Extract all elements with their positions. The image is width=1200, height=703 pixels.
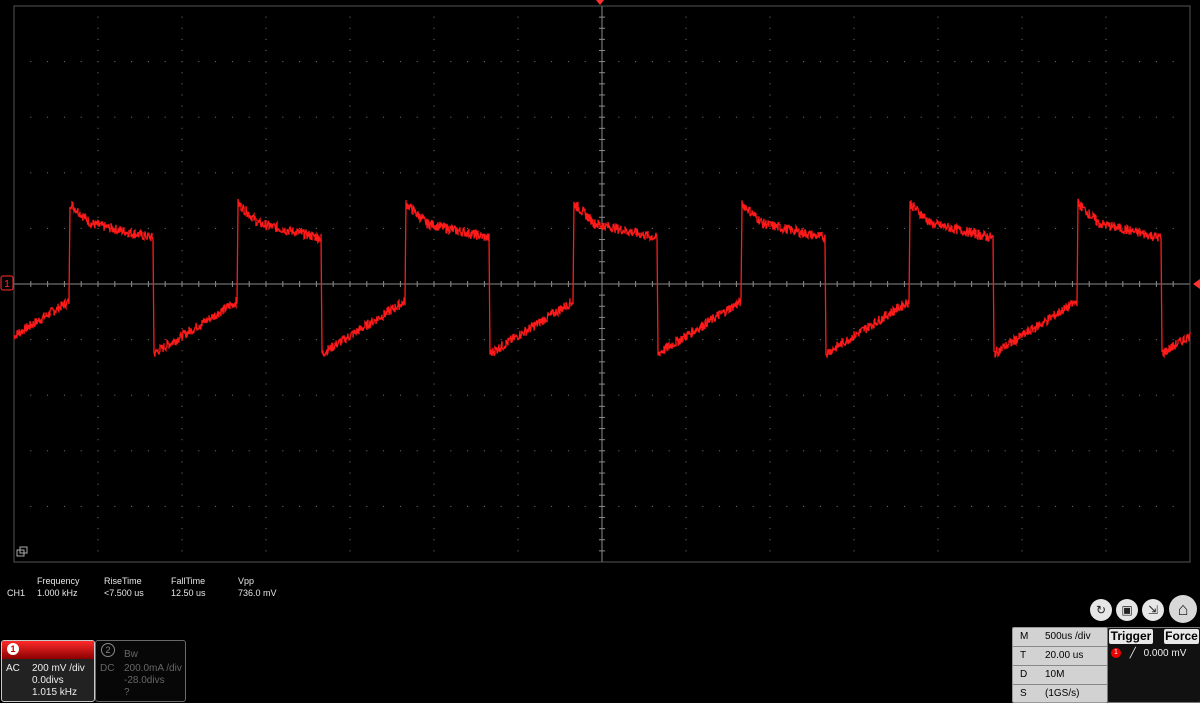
timebase-panel[interactable]: M 500us /div T 20.00 us D 10M S (1GS/s) [1012,627,1108,703]
export-icon[interactable]: ⇲ [1142,599,1164,621]
trigger-button[interactable]: Trigger [1109,629,1153,644]
trigger-level-marker[interactable] [1193,279,1200,289]
trigger-panel: Trigger Force 1 ╱ 0.000 mV [1107,627,1200,703]
timebase-row-s[interactable]: S (1GS/s) [1013,685,1107,703]
graticule [13,5,1191,563]
ch1-ground-marker[interactable]: 1 [0,275,14,291]
refresh-icon[interactable]: ↻ [1090,599,1112,621]
timebase-row-m[interactable]: M 500us /div [1013,628,1107,647]
zoom-window-icon[interactable] [16,546,28,557]
timebase-row-d[interactable]: D 10M [1013,666,1107,685]
channel2-bw: Bw [124,649,138,660]
channel2-offset: -28.0divs [124,675,165,686]
sample-rate: (1GS/s) [1045,688,1080,699]
trigger-level: 0.000 mV [1143,648,1187,659]
channel1-frequency: 1.015 kHz [32,687,78,698]
channel1-offset: 0.0divs [32,675,64,686]
trigger-position-marker[interactable] [596,0,604,5]
trigger-delay: 20.00 us [1045,650,1084,661]
channel2-scale: 200.0mA /div [124,663,182,674]
channel2-panel[interactable]: 2 Bw DC 200.0mA /div -28.0divs ? [95,640,186,702]
measurement-panel: CH1 Frequency 1.000 kHz RiseTime <7.500 … [7,576,277,598]
channel1-badge: 1 [7,643,19,655]
channel1-coupling: AC [6,663,20,674]
horizontal-scale: 500us /div [1045,631,1091,642]
home-icon[interactable]: ⌂ [1169,595,1197,623]
channel1-panel[interactable]: 1 AC 200 mV /div 0.0divs 1.015 kHz [1,640,95,702]
trigger-settings[interactable]: 1 ╱ 0.000 mV [1111,648,1186,659]
channel1-scale: 200 mV /div [32,663,85,674]
svg-text:1: 1 [4,279,10,290]
save-icon[interactable]: ▣ [1116,599,1138,621]
force-button[interactable]: Force [1164,629,1199,644]
channel2-badge: 2 [101,643,115,657]
timebase-row-t[interactable]: T 20.00 us [1013,647,1107,666]
memory-depth: 10M [1045,669,1065,680]
oscilloscope-display[interactable]: 1 [0,0,1200,565]
rising-edge-icon: ╱ [1129,648,1136,659]
measurement-channel: CH1 [7,588,26,598]
trigger-source-badge: 1 [1111,648,1121,659]
channel2-coupling: DC [100,663,115,674]
channel2-frequency: ? [124,687,130,698]
